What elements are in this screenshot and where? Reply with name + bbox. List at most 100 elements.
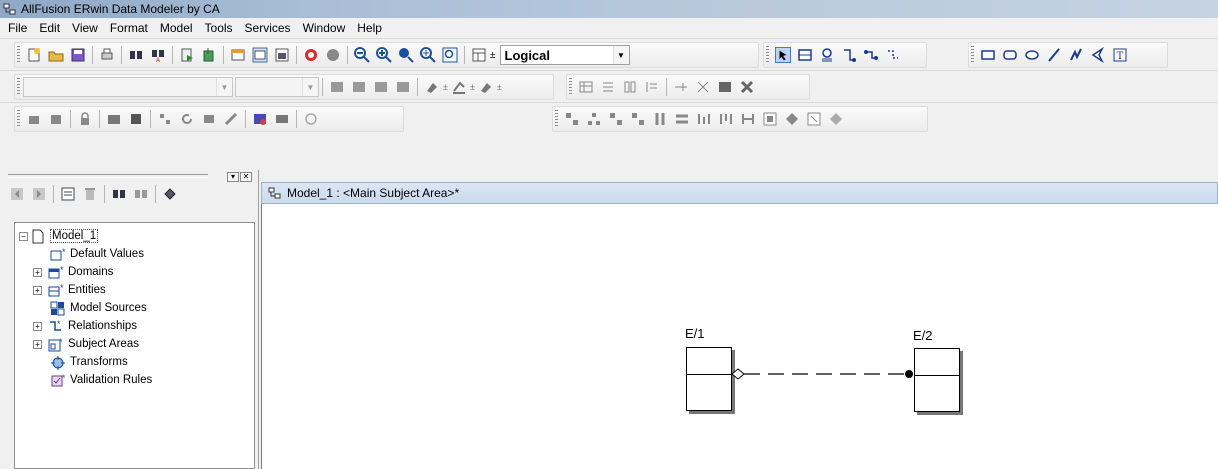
relationship-line[interactable] — [732, 364, 922, 384]
chevron-down-icon[interactable]: ▼ — [612, 46, 629, 64]
fill-color-icon[interactable] — [424, 79, 440, 95]
diagram-window-titlebar[interactable]: Model_1 : <Main Subject Area>* — [261, 182, 1218, 204]
expand-toggle[interactable]: + — [33, 321, 42, 331]
font-name-select[interactable]: ▼ — [23, 77, 233, 97]
dropdown-arrow-icon[interactable]: ± — [497, 82, 502, 92]
underline-icon[interactable] — [373, 79, 389, 95]
model-explorer-icon[interactable] — [252, 47, 268, 63]
polygon-tool-icon[interactable] — [1090, 47, 1106, 63]
chevron-down-icon[interactable]: ▼ — [216, 78, 232, 96]
diamond-icon[interactable] — [784, 111, 800, 127]
zoom-out-icon[interactable] — [354, 47, 370, 63]
forward-engineer-icon[interactable] — [252, 111, 268, 127]
explorer-options-icon[interactable] — [162, 186, 178, 202]
menu-model[interactable]: Model — [154, 21, 199, 35]
diagram-canvas[interactable]: E/1 E/2 — [261, 204, 1218, 469]
align-center-icon[interactable] — [740, 111, 756, 127]
strikethrough-icon[interactable] — [395, 79, 411, 95]
menu-format[interactable]: Format — [104, 21, 154, 35]
dropdown-arrow-icon[interactable]: ± — [490, 50, 496, 61]
tree-item-subject-areas[interactable]: + * Subject Areas — [15, 335, 254, 353]
menu-help[interactable]: Help — [351, 21, 388, 35]
refresh-icon[interactable] — [179, 111, 195, 127]
menu-file[interactable]: File — [2, 21, 33, 35]
entity-tool-icon[interactable] — [797, 47, 813, 63]
resize-icon[interactable] — [806, 111, 822, 127]
new-model-icon[interactable] — [26, 47, 42, 63]
referential-integrity-display-icon[interactable] — [739, 79, 755, 95]
pointer-tool-icon[interactable] — [775, 47, 791, 63]
dropdown-arrow-icon[interactable]: ± — [470, 82, 475, 92]
zoom-normal-icon[interactable] — [398, 47, 414, 63]
reverse-engineer-icon[interactable] — [274, 111, 290, 127]
save-icon[interactable] — [70, 47, 86, 63]
lock-icon[interactable] — [77, 111, 93, 127]
mart-save-icon[interactable] — [48, 111, 64, 127]
font-size-select[interactable]: ▼ — [235, 77, 319, 97]
align-bottom-icon[interactable] — [718, 111, 734, 127]
italic-icon[interactable] — [351, 79, 367, 95]
tree-root[interactable]: − Model_1 — [15, 227, 254, 245]
delete-icon[interactable] — [82, 186, 98, 202]
chevron-down-icon[interactable]: ▼ — [302, 78, 318, 96]
definition-display-icon[interactable] — [644, 79, 660, 95]
mart-open-icon[interactable] — [26, 111, 42, 127]
tree-item-domains[interactable]: + * Domains — [15, 263, 254, 281]
tree-item-validation-rules[interactable]: * Validation Rules — [15, 371, 254, 389]
text-tool-icon[interactable]: T — [1112, 47, 1128, 63]
model-view-select[interactable]: Logical ▼ — [499, 45, 630, 65]
tree-item-default-values[interactable]: * Default Values — [15, 245, 254, 263]
identifying-relationship-icon[interactable] — [841, 47, 857, 63]
explorer-find-icon[interactable] — [111, 186, 127, 202]
entity-display-icon[interactable] — [578, 79, 594, 95]
align-horizontal-icon[interactable] — [674, 111, 690, 127]
tree-item-transforms[interactable]: Transforms — [15, 353, 254, 371]
sync-icon[interactable] — [303, 111, 319, 127]
menu-edit[interactable]: Edit — [33, 21, 66, 35]
tree-item-entities[interactable]: + * Entities — [15, 281, 254, 299]
align-top-icon[interactable] — [696, 111, 712, 127]
layout-hierarchical-icon[interactable] — [564, 111, 580, 127]
subtype-tool-icon[interactable] — [819, 47, 835, 63]
model-mart-icon[interactable] — [325, 47, 341, 63]
complete-compare-icon[interactable] — [303, 47, 319, 63]
font-color-icon[interactable] — [478, 79, 494, 95]
zoom-in-icon[interactable] — [376, 47, 392, 63]
mart-catalog-icon[interactable] — [128, 111, 144, 127]
expand-toggle[interactable]: + — [33, 339, 42, 349]
auto-layout-icon[interactable] — [828, 111, 844, 127]
open-icon[interactable] — [48, 47, 64, 63]
entity-e1[interactable] — [686, 347, 732, 411]
expand-toggle[interactable]: + — [33, 267, 42, 277]
bold-icon[interactable] — [329, 79, 345, 95]
mart-version-icon[interactable] — [223, 111, 239, 127]
line-color-icon[interactable] — [451, 79, 467, 95]
space-evenly-icon[interactable] — [762, 111, 778, 127]
menu-view[interactable]: View — [66, 21, 104, 35]
zoom-fit-icon[interactable] — [420, 47, 436, 63]
publish-icon[interactable] — [201, 47, 217, 63]
menu-window[interactable]: Window — [297, 21, 352, 35]
mart-report-icon[interactable] — [106, 111, 122, 127]
move-up-icon[interactable] — [9, 186, 25, 202]
merge-icon[interactable] — [157, 111, 173, 127]
rectangle-tool-icon[interactable] — [980, 47, 996, 63]
cardinality-display-icon[interactable] — [717, 79, 733, 95]
verb-phrase-display-icon[interactable] — [695, 79, 711, 95]
report-icon[interactable] — [179, 47, 195, 63]
rounded-rectangle-tool-icon[interactable] — [1002, 47, 1018, 63]
non-identifying-relationship-icon[interactable] — [885, 47, 901, 63]
attribute-display-icon[interactable] — [600, 79, 616, 95]
menu-services[interactable]: Services — [239, 21, 297, 35]
layout-circular-icon[interactable] — [630, 111, 646, 127]
line-tool-icon[interactable] — [1046, 47, 1062, 63]
menu-tools[interactable]: Tools — [199, 21, 239, 35]
expand-toggle[interactable]: + — [33, 285, 42, 295]
pane-grip[interactable] — [8, 174, 208, 178]
model-view-icon[interactable] — [471, 47, 487, 63]
find-icon[interactable] — [128, 47, 144, 63]
explorer-find-next-icon[interactable] — [133, 186, 149, 202]
find-replace-icon[interactable]: A — [150, 47, 166, 63]
explorer-properties-icon[interactable] — [60, 186, 76, 202]
tree-item-relationships[interactable]: + * Relationships — [15, 317, 254, 335]
